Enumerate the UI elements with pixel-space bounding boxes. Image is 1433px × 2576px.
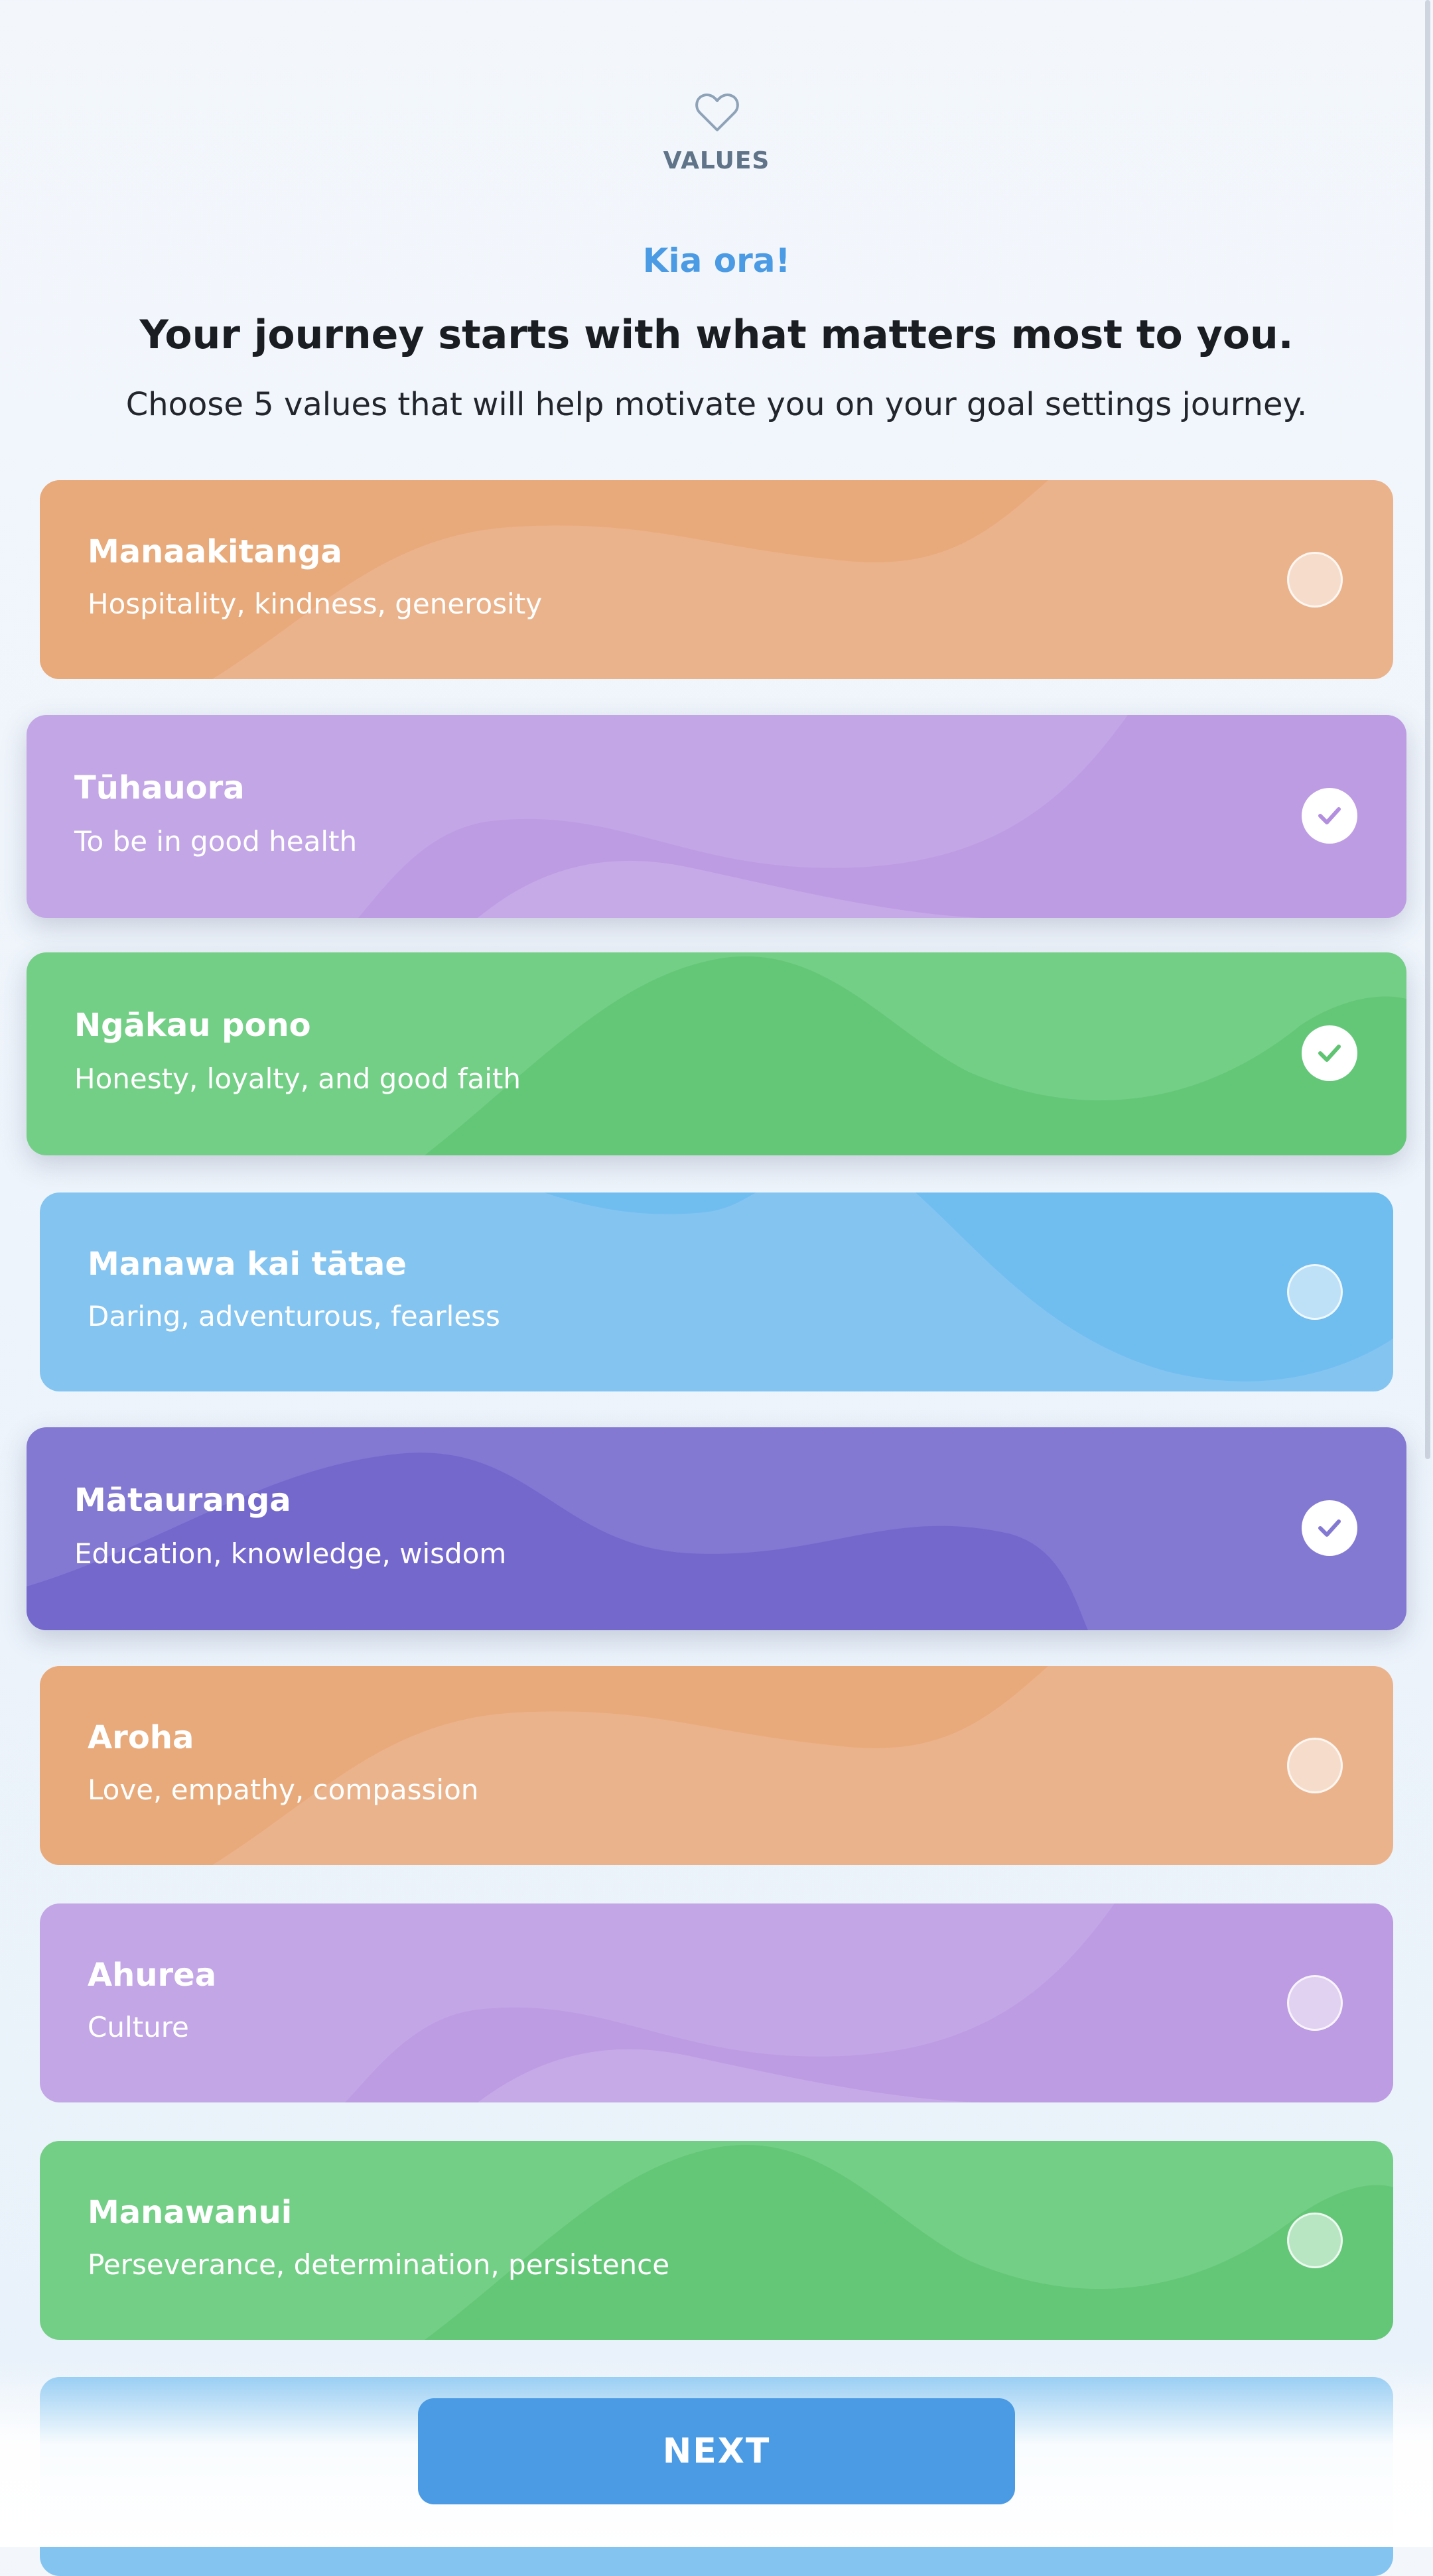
value-checkbox[interactable]: [1287, 552, 1343, 608]
wave-decoration: [425, 2144, 1393, 2340]
value-title: Manaakitanga: [88, 533, 342, 570]
value-card-aroha[interactable]: Aroha Love, empathy, compassion: [40, 1666, 1393, 1865]
wave-decoration: [358, 715, 1406, 918]
value-description: To be in good health: [74, 825, 358, 858]
section-label: VALUES: [663, 147, 770, 174]
value-description: Honesty, loyalty, and good faith: [74, 1063, 521, 1095]
value-card-manaakitanga[interactable]: Manaakitanga Hospitality, kindness, gene…: [40, 480, 1393, 679]
wave-decoration: [345, 1903, 1393, 2102]
check-icon: [1318, 1519, 1341, 1537]
scrollbar[interactable]: [1425, 0, 1430, 1459]
check-icon: [1318, 1045, 1341, 1062]
value-title: Ngākau pono: [74, 1007, 311, 1044]
heart-icon: [695, 94, 739, 131]
value-card-tuhauora[interactable]: Tūhauora To be in good health: [27, 715, 1406, 918]
value-card-manawa-kai-tatae[interactable]: Manawa kai tātae Daring, adventurous, fe…: [40, 1192, 1393, 1391]
value-description: Perseverance, determination, persistence: [88, 2248, 670, 2281]
value-title: Aroha: [88, 1719, 194, 1756]
wave-decoration: [544, 1192, 1393, 1382]
check-icon: [1318, 807, 1341, 824]
value-card-ahurea[interactable]: Ahurea Culture: [40, 1903, 1393, 2102]
value-checkbox[interactable]: [1287, 1738, 1343, 1793]
wave-decoration: [40, 480, 1048, 679]
value-card-manawanui[interactable]: Manawanui Perseverance, determination, p…: [40, 2141, 1393, 2340]
greeting: Kia ora!: [642, 241, 791, 280]
value-checkbox[interactable]: [1287, 1975, 1343, 2031]
value-checkbox-checked[interactable]: [1302, 1500, 1357, 1556]
wave-decoration: [40, 1666, 1048, 1865]
wave-decoration: [425, 956, 1406, 1155]
instructions: Choose 5 values that will help motivate …: [125, 386, 1308, 423]
value-description: Love, empathy, compassion: [88, 1773, 479, 1806]
value-title: Mātauranga: [74, 1482, 291, 1519]
value-card-matauranga[interactable]: Mātauranga Education, knowledge, wisdom: [27, 1427, 1406, 1630]
wave-decoration: [27, 1452, 1088, 1630]
value-checkbox-checked[interactable]: [1302, 788, 1357, 844]
next-button[interactable]: NEXT: [418, 2398, 1015, 2504]
value-title: Ahurea: [88, 1957, 217, 1994]
value-title: Tūhauora: [74, 769, 245, 806]
value-description: Hospitality, kindness, generosity: [88, 588, 543, 620]
page-title: Your journey starts with what matters mo…: [139, 312, 1294, 358]
value-checkbox[interactable]: [1287, 1264, 1343, 1320]
value-description: Culture: [88, 2011, 189, 2043]
value-description: Daring, adventurous, fearless: [88, 1300, 500, 1332]
value-checkbox[interactable]: [1287, 2213, 1343, 2268]
value-card-ngakau-pono[interactable]: Ngākau pono Honesty, loyalty, and good f…: [27, 952, 1406, 1155]
value-title: Manawanui: [88, 2194, 293, 2231]
value-checkbox-checked[interactable]: [1302, 1025, 1357, 1081]
value-description: Education, knowledge, wisdom: [74, 1537, 507, 1570]
value-title: Manawa kai tātae: [88, 1246, 407, 1283]
